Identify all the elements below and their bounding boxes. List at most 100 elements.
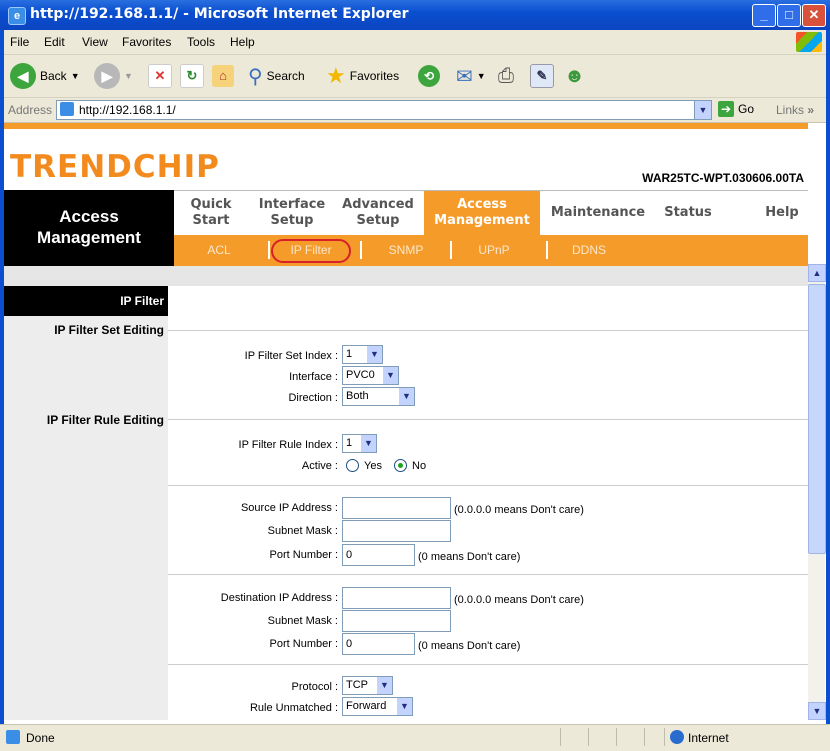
unmatched-select[interactable]: Forward ▼ — [342, 697, 413, 716]
subnav-ddns[interactable]: DDNS — [554, 243, 624, 257]
active-no-label: No — [412, 460, 427, 472]
nav-label: Start — [192, 213, 230, 228]
src-port-input[interactable]: 0 — [342, 544, 415, 566]
chevron-down-icon: ▼ — [124, 71, 133, 81]
scroll-thumb[interactable] — [808, 284, 826, 554]
menu-file[interactable]: File — [10, 35, 29, 49]
page-icon — [60, 102, 74, 116]
windows-logo-icon — [796, 32, 822, 52]
direction-select[interactable]: Both ▼ — [342, 387, 415, 406]
divider — [168, 485, 808, 486]
address-input[interactable]: http://192.168.1.1/ ▼ — [56, 100, 712, 120]
subnav-upnp[interactable]: UPnP — [464, 243, 524, 257]
home-button[interactable]: ⌂ — [212, 61, 234, 91]
maximize-button[interactable]: □ — [777, 4, 801, 27]
interface-select[interactable]: PVC0 ▼ — [342, 366, 399, 385]
active-label: Active : — [301, 460, 338, 472]
nav-help[interactable]: Help — [762, 205, 802, 221]
protocol-label: Protocol : — [291, 681, 338, 693]
dst-mask-input[interactable] — [342, 610, 451, 632]
section-line-1: Access — [59, 207, 119, 226]
print-button[interactable]: ⎙ — [498, 61, 514, 91]
menu-favorites[interactable]: Favorites — [122, 35, 171, 49]
forward-arrow-icon: ▶ — [94, 63, 120, 89]
menu-view[interactable]: View — [82, 35, 108, 49]
subnav-divider — [450, 241, 452, 259]
forward-button[interactable]: ▶ ▼ — [94, 61, 133, 91]
divider — [168, 664, 808, 665]
refresh-button[interactable]: ↻ — [180, 61, 204, 91]
status-divider — [644, 728, 645, 746]
chevron-down-icon[interactable]: ▼ — [694, 101, 711, 119]
chevron-down-icon: ▼ — [399, 388, 414, 405]
chevron-down-icon: ▼ — [361, 435, 376, 452]
unmatched-value: Forward — [346, 700, 387, 712]
scroll-down-button[interactable]: ▼ — [808, 702, 826, 720]
interface-label: Interface : — [289, 371, 338, 383]
messenger-button[interactable]: ☻ — [564, 61, 585, 91]
subnav-divider — [546, 241, 548, 259]
favorites-button[interactable]: ★ Favorites — [326, 61, 399, 91]
back-arrow-icon: ◀ — [10, 63, 36, 89]
scroll-up-button[interactable]: ▲ — [808, 264, 826, 282]
unmatched-label: Rule Unmatched : — [249, 702, 338, 714]
print-icon: ⎙ — [498, 64, 514, 87]
set-index-select[interactable]: 1 ▼ — [342, 345, 383, 364]
header-stripe — [4, 123, 808, 129]
chevron-down-icon: ▼ — [476, 71, 486, 81]
go-button[interactable]: ➔ Go — [718, 100, 754, 118]
search-button[interactable]: ⚲ Search — [248, 61, 305, 91]
src-mask-label: Subnet Mask : — [267, 525, 338, 537]
dst-ip-input[interactable] — [342, 587, 451, 609]
vertical-scrollbar[interactable]: ▲ ▼ — [808, 264, 826, 720]
nav-interface-setup[interactable]: Interface Setup — [254, 197, 330, 229]
nav-label: Advanced — [342, 197, 414, 212]
history-button[interactable]: ⟲ — [418, 61, 440, 91]
dst-port-hint: (0 means Don't care) — [418, 640, 521, 652]
subnav-acl[interactable]: ACL — [194, 243, 244, 257]
stop-button[interactable]: ✕ — [148, 61, 172, 91]
divider — [168, 330, 808, 331]
rule-index-select[interactable]: 1 ▼ — [342, 434, 377, 453]
src-port-hint: (0 means Don't care) — [418, 551, 521, 563]
subnav-ip-filter[interactable]: IP Filter — [276, 243, 346, 257]
title-bar: e http://192.168.1.1/ - Microsoft Intern… — [0, 0, 830, 30]
status-text: Done — [26, 731, 55, 745]
direction-value: Both — [346, 390, 369, 402]
status-divider — [616, 728, 617, 746]
divider — [168, 419, 808, 420]
stop-icon: ✕ — [148, 64, 172, 88]
src-ip-input[interactable] — [342, 497, 451, 519]
set-editing-label: IP Filter Set Editing — [54, 323, 164, 337]
nav-quick-start[interactable]: Quick Start — [186, 197, 236, 229]
close-button[interactable]: ✕ — [802, 4, 826, 27]
menu-tools[interactable]: Tools — [187, 35, 215, 49]
links-button[interactable]: Links » — [776, 103, 814, 117]
status-divider — [664, 728, 665, 746]
minimize-button[interactable]: _ — [752, 4, 776, 27]
nav-status[interactable]: Status — [660, 205, 716, 221]
active-yes-radio[interactable] — [346, 459, 359, 472]
active-no-radio[interactable] — [394, 459, 407, 472]
nav-maintenance[interactable]: Maintenance — [548, 205, 648, 221]
left-label-panel — [4, 286, 168, 720]
menu-edit[interactable]: Edit — [44, 35, 65, 49]
security-zone: Internet — [688, 731, 729, 745]
nav-label: Help — [765, 205, 799, 220]
dst-port-input[interactable]: 0 — [342, 633, 415, 655]
dst-ip-hint: (0.0.0.0 means Don't care) — [454, 594, 584, 606]
src-ip-label: Source IP Address : — [240, 502, 338, 514]
edit-button[interactable]: ✎ — [530, 61, 554, 91]
menu-help[interactable]: Help — [230, 35, 255, 49]
src-mask-input[interactable] — [342, 520, 451, 542]
subnav-snmp[interactable]: SNMP — [374, 243, 438, 257]
refresh-icon: ↻ — [180, 64, 204, 88]
search-icon: ⚲ — [248, 65, 263, 88]
direction-label: Direction : — [288, 392, 338, 404]
back-button[interactable]: ◀ Back ▼ — [10, 61, 80, 91]
address-label: Address — [8, 103, 53, 117]
protocol-select[interactable]: TCP ▼ — [342, 676, 393, 695]
mail-button[interactable]: ✉ ▼ — [456, 61, 486, 91]
nav-advanced-setup[interactable]: Advanced Setup — [340, 197, 416, 229]
nav-access-management[interactable]: Access Management — [424, 191, 540, 236]
